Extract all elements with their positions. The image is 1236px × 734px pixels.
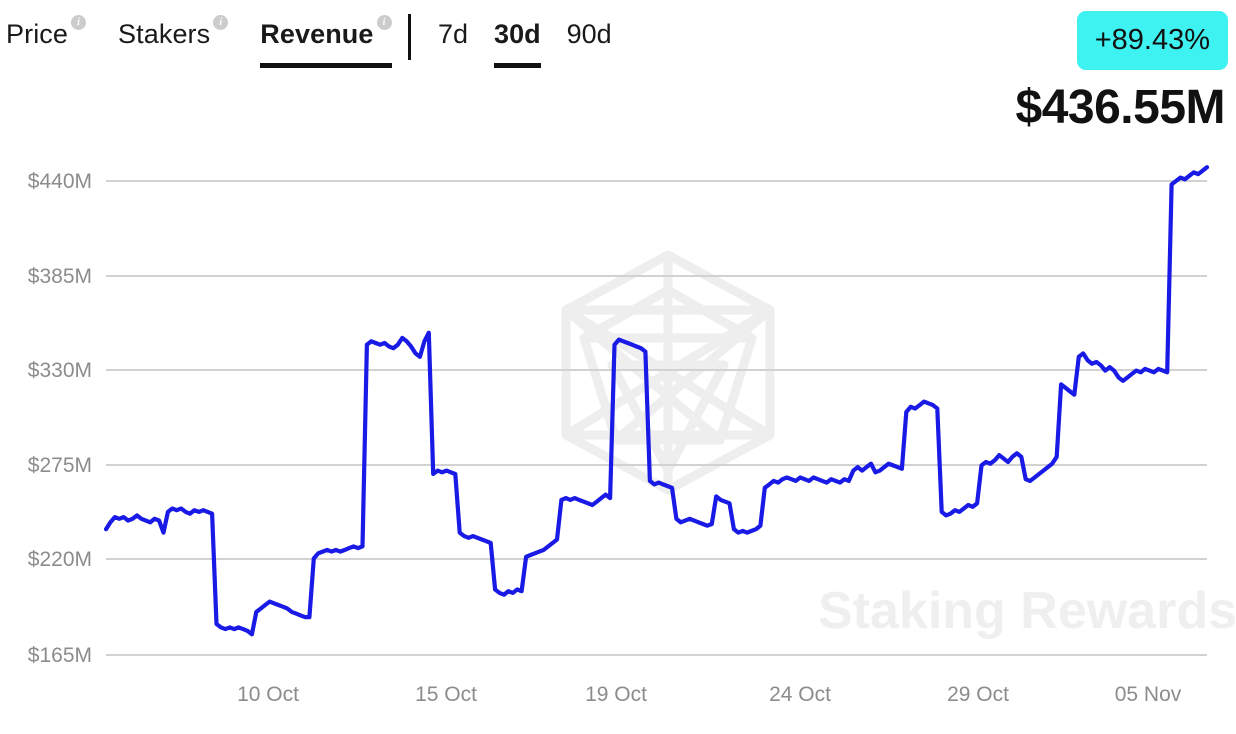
- watermark-text: Staking Rewards: [818, 582, 1236, 640]
- metric-tab-group: Price i Stakers i Revenue i: [6, 15, 424, 68]
- range-tab-30d-underline: [494, 63, 541, 68]
- y-tick-label: $220M: [28, 548, 92, 571]
- x-tick-label: 15 Oct: [415, 683, 477, 706]
- x-axis-labels: 10 Oct 15 Oct 19 Oct 24 Oct 29 Oct 05 No…: [237, 683, 1182, 706]
- info-icon[interactable]: i: [213, 15, 229, 30]
- info-icon[interactable]: i: [376, 15, 392, 30]
- x-tick-label: 24 Oct: [769, 683, 831, 706]
- x-tick-label: 10 Oct: [237, 683, 299, 706]
- y-tick-label: $330M: [28, 359, 92, 382]
- y-tick-label: $385M: [28, 265, 92, 288]
- range-tab-30d[interactable]: 30d: [494, 18, 541, 68]
- y-tick-label: $165M: [28, 644, 92, 667]
- metric-tab-stakers[interactable]: Stakers i: [118, 15, 229, 50]
- range-tab-7d[interactable]: 7d: [438, 18, 468, 50]
- metric-tab-revenue-label: Revenue: [260, 19, 374, 49]
- metric-tab-price-label: Price: [6, 19, 69, 49]
- y-axis-labels: $440M $385M $330M $275M $220M $165M: [28, 170, 92, 667]
- revenue-chart[interactable]: Staking Rewards $440M $385M $330M $275M …: [0, 150, 1236, 734]
- staking-rewards-polyhedron-logo: [561, 250, 775, 495]
- y-tick-label: $440M: [28, 170, 92, 193]
- metric-tab-revenue[interactable]: Revenue i: [260, 15, 392, 68]
- chart-header: Price i Stakers i Revenue i 7d 30d 90d +…: [0, 0, 1236, 150]
- range-tab-7d-label: 7d: [438, 19, 469, 49]
- x-tick-label: 05 Nov: [1115, 683, 1182, 706]
- y-tick-label: $275M: [28, 454, 92, 477]
- headline-value: $436.55M: [1015, 81, 1226, 134]
- range-tab-group: 7d 30d 90d: [438, 18, 638, 68]
- info-icon[interactable]: i: [71, 15, 87, 30]
- range-tab-30d-label: 30d: [494, 19, 541, 49]
- tab-group-divider: [408, 14, 411, 60]
- range-tab-90d-label: 90d: [566, 19, 612, 49]
- change-percent-badge: +89.43%: [1076, 11, 1228, 70]
- metric-tab-stakers-label: Stakers: [118, 19, 211, 49]
- range-tab-90d[interactable]: 90d: [567, 18, 612, 50]
- x-tick-label: 29 Oct: [947, 683, 1009, 706]
- x-tick-label: 19 Oct: [585, 683, 647, 706]
- chart-canvas[interactable]: Staking Rewards $440M $385M $330M $275M …: [0, 150, 1236, 734]
- metric-tab-price[interactable]: Price i: [6, 15, 87, 50]
- metric-tab-revenue-underline: [260, 63, 392, 68]
